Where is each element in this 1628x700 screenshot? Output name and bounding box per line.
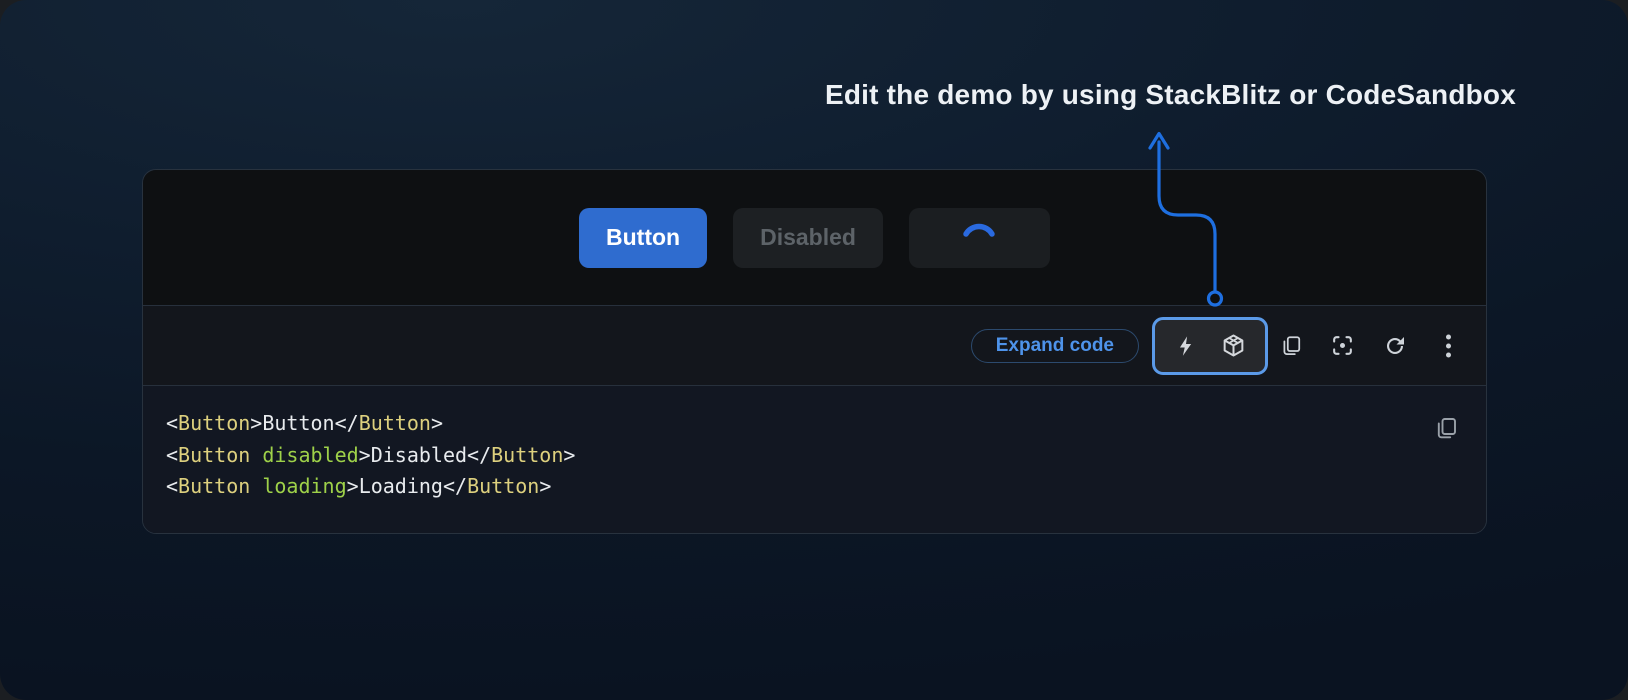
expand-code-button[interactable]: Expand code (971, 329, 1139, 363)
demo-panel: Button Disabled Expand code (142, 169, 1487, 534)
codesandbox-button[interactable] (1221, 333, 1246, 358)
disabled-button: Disabled (733, 208, 883, 268)
scan-focus-icon (1330, 333, 1355, 358)
primary-button[interactable]: Button (579, 208, 707, 268)
loading-spinner-icon (909, 208, 1050, 268)
copy-icon (1434, 415, 1458, 442)
isolate-demo-button[interactable] (1330, 333, 1355, 358)
copy-icon (1280, 333, 1302, 359)
online-editors-group (1152, 317, 1268, 375)
kebab-menu-icon (1445, 333, 1452, 359)
page-background: Edit the demo by using StackBlitz or Cod… (0, 0, 1628, 700)
copy-demo-button[interactable] (1280, 333, 1302, 359)
code-line: <Button loading>Loading</Button> (166, 471, 1426, 503)
loading-button[interactable] (909, 208, 1050, 268)
refresh-demo-button[interactable] (1383, 334, 1407, 358)
refresh-icon (1383, 334, 1407, 358)
code-area: <Button>Button</Button><Button disabled>… (143, 386, 1486, 533)
demo-toolbar: Expand code (143, 305, 1486, 386)
code-line: <Button disabled>Disabled</Button> (166, 440, 1426, 472)
demo-preview-area: Button Disabled (143, 170, 1486, 305)
stackblitz-button[interactable] (1175, 334, 1197, 358)
code-line: <Button>Button</Button> (166, 408, 1426, 440)
copy-code-button[interactable] (1434, 415, 1458, 442)
cube-icon (1221, 333, 1246, 358)
more-actions-button[interactable] (1445, 333, 1452, 359)
lightning-bolt-icon (1175, 334, 1197, 358)
code-block: <Button>Button</Button><Button disabled>… (143, 386, 1486, 503)
annotation-title: Edit the demo by using StackBlitz or Cod… (825, 79, 1516, 111)
